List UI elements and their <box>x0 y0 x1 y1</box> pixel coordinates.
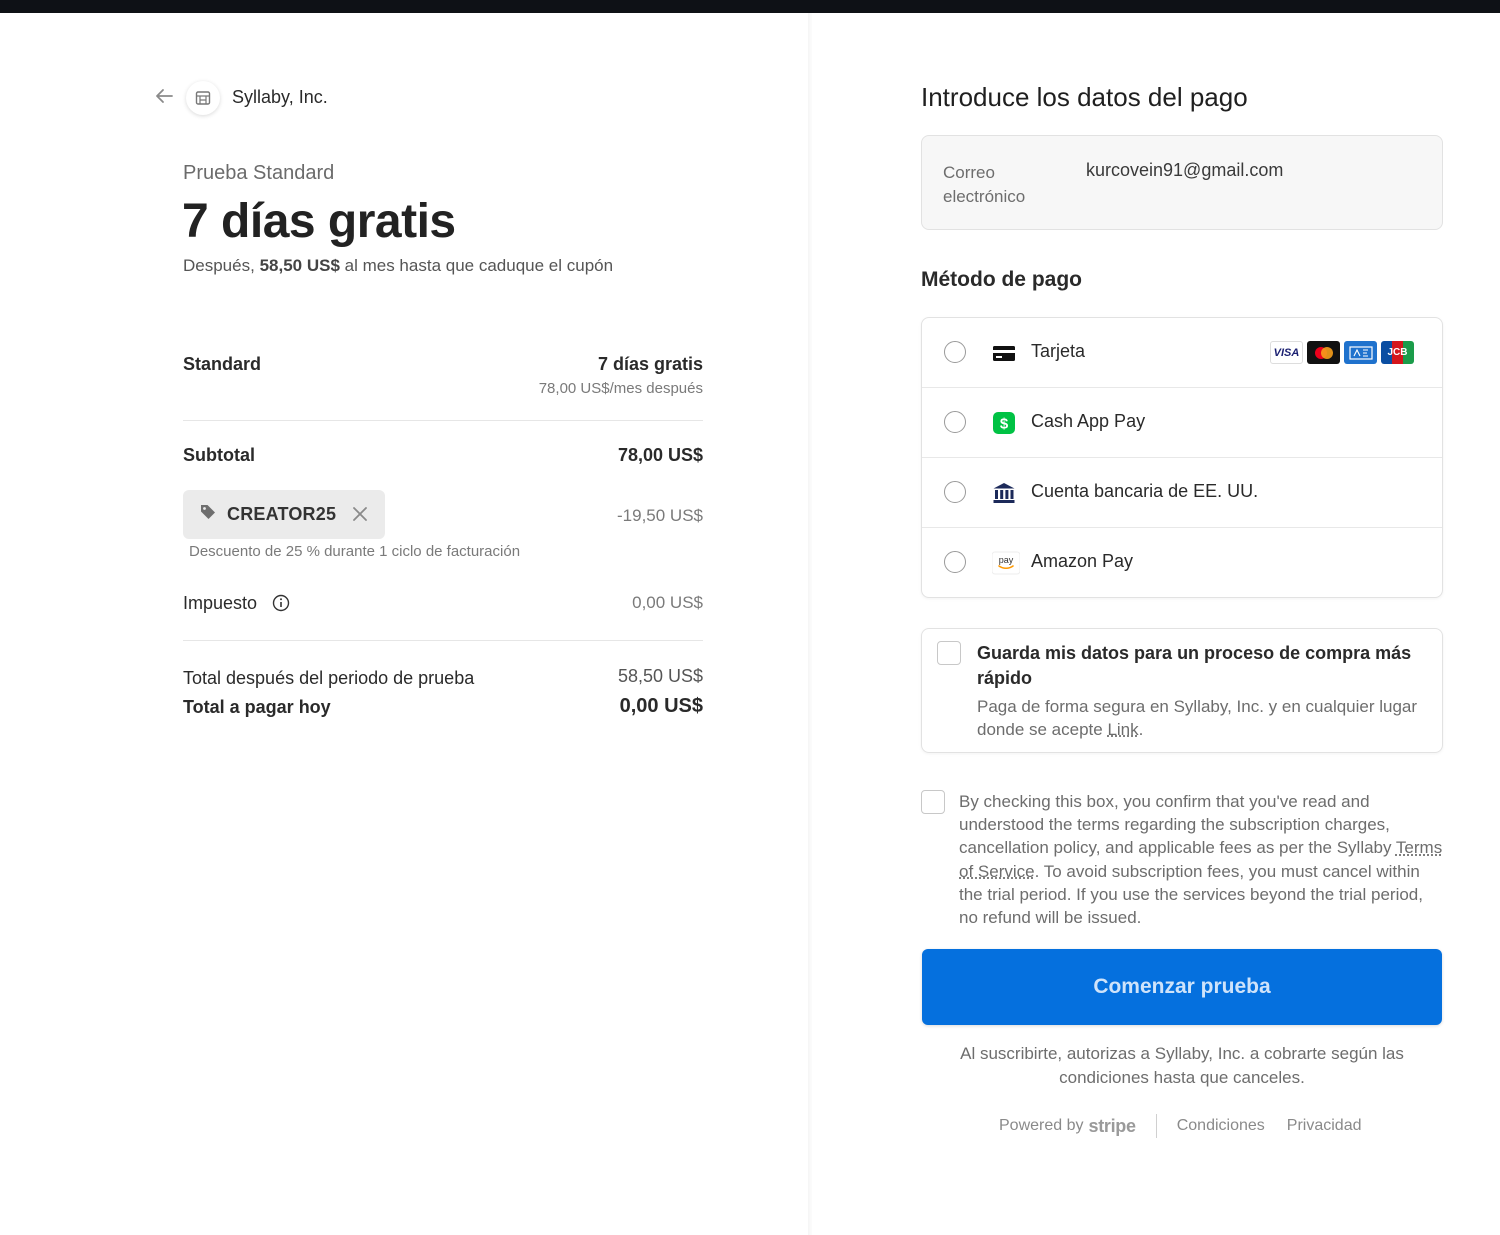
email-label: Correo electrónico <box>943 163 1026 206</box>
payment-method-card[interactable]: Tarjeta VISA JCB <box>922 318 1442 388</box>
payment-method-list: Tarjeta VISA JCB $ Cash App Pay Cuenta b… <box>921 317 1443 598</box>
credit-card-icon <box>992 341 1016 365</box>
radio-cashapp[interactable] <box>944 411 966 433</box>
merchant-name[interactable]: Syllaby, Inc. <box>232 87 328 108</box>
promo-description: Descuento de 25 % durante 1 ciclo de fac… <box>189 543 521 560</box>
after-trial-prefix: Después, <box>183 256 255 275</box>
cash-app-icon: $ <box>992 411 1016 435</box>
promo-amount-row: -19,50 US$ <box>183 506 703 530</box>
card-brands: VISA JCB <box>1270 341 1414 364</box>
terms-part1: By checking this box, you confirm that y… <box>959 792 1396 858</box>
subtotal-row: Subtotal 78,00 US$ <box>183 445 703 471</box>
total-after-trial-label: Total después del periodo de prueba <box>183 668 475 688</box>
line-item: Standard 7 días gratis 78,00 US$/mes des… <box>183 352 703 402</box>
start-trial-button[interactable]: Comenzar prueba <box>922 949 1442 1025</box>
mastercard-icon <box>1307 341 1340 364</box>
svg-text:pay: pay <box>999 555 1014 565</box>
info-icon[interactable] <box>272 594 290 612</box>
terms-link[interactable]: Condiciones <box>1177 1117 1265 1135</box>
total-today-value: 0,00 US$ <box>619 695 703 717</box>
terms-checkbox[interactable] <box>921 790 945 814</box>
payment-method-amazon[interactable]: pay Amazon Pay <box>922 528 1442 598</box>
tax-row: Impuesto 0,00 US$ <box>183 593 703 619</box>
privacy-link[interactable]: Privacidad <box>1287 1117 1362 1135</box>
save-info-box: Guarda mis datos para un proceso de comp… <box>921 628 1443 753</box>
save-info-desc-prefix: Paga de forma segura en Syllaby, Inc. y … <box>977 697 1418 739</box>
payment-method-title: Método de pago <box>921 268 1082 291</box>
line-item-note: 78,00 US$/mes después <box>538 380 703 397</box>
save-info-checkbox[interactable] <box>937 641 961 665</box>
after-trial-suffix: al mes hasta que caduque el cupón <box>344 256 614 275</box>
payment-method-bank[interactable]: Cuenta bancaria de EE. UU. <box>922 458 1442 528</box>
back-arrow-icon[interactable] <box>152 84 176 108</box>
authorization-text: Al suscribirte, autorizas a Syllaby, Inc… <box>960 1044 1404 1087</box>
save-info-description: Paga de forma segura en Syllaby, Inc. y … <box>977 695 1427 741</box>
svg-text:$: $ <box>1000 416 1009 433</box>
line-item-price: 7 días gratis <box>597 354 703 374</box>
bank-icon <box>992 481 1016 505</box>
powered-by-label: Powered by <box>999 1117 1084 1134</box>
visa-icon: VISA <box>1270 341 1303 364</box>
payment-method-label: Tarjeta <box>1031 341 1086 361</box>
trial-headline: 7 días gratis <box>182 195 456 248</box>
radio-card[interactable] <box>944 341 966 363</box>
subtotal-label: Subtotal <box>183 445 255 465</box>
tax-value: 0,00 US$ <box>632 593 703 612</box>
subtotal-value: 78,00 US$ <box>617 445 703 465</box>
total-today-label: Total a pagar hoy <box>183 697 331 717</box>
terms-text: By checking this box, you confirm that y… <box>959 790 1444 929</box>
totals: Total después del periodo de prueba 58,5… <box>183 666 703 726</box>
after-trial-note: Después, 58,50 US$ al mes hasta que cadu… <box>183 256 613 276</box>
amazon-pay-icon: pay <box>991 551 1021 575</box>
window-top-bar <box>0 0 1500 13</box>
payment-method-label: Amazon Pay <box>1031 551 1134 571</box>
tax-label-wrap: Impuesto <box>183 593 290 614</box>
payment-method-cashapp[interactable]: $ Cash App Pay <box>922 388 1442 458</box>
divider <box>183 420 703 421</box>
email-value: kurcovein91@gmail.com <box>1086 160 1284 180</box>
line-item-name: Standard <box>183 354 262 374</box>
promo-amount: -19,50 US$ <box>617 506 703 525</box>
link-learn-more[interactable]: Link <box>1107 720 1138 739</box>
email-field[interactable]: Correo electrónico kurcovein91@gmail.com <box>921 135 1443 230</box>
divider <box>183 640 703 641</box>
payment-title: Introduce los datos del pago <box>921 82 1248 112</box>
total-after-trial-value: 58,50 US$ <box>617 666 703 686</box>
after-trial-amount: 58,50 US$ <box>259 256 340 275</box>
product-label: Prueba Standard <box>183 162 335 184</box>
save-info-title: Guarda mis datos para un proceso de comp… <box>977 643 1412 688</box>
radio-amazon[interactable] <box>944 551 966 573</box>
footer-separator <box>1155 1114 1157 1138</box>
amex-icon <box>1344 341 1377 364</box>
merchant-store-icon <box>186 81 220 115</box>
save-info-desc-suffix: . <box>1138 720 1144 739</box>
payment-method-label: Cuenta bancaria de EE. UU. <box>1031 481 1259 501</box>
tax-label: Impuesto <box>183 593 258 613</box>
jcb-icon: JCB <box>1381 341 1414 364</box>
radio-bank[interactable] <box>944 481 966 503</box>
payment-method-label: Cash App Pay <box>1031 411 1146 431</box>
stripe-logo[interactable]: stripe <box>1089 1116 1137 1137</box>
footer: Powered by stripe Condiciones Privacidad <box>999 1113 1383 1139</box>
